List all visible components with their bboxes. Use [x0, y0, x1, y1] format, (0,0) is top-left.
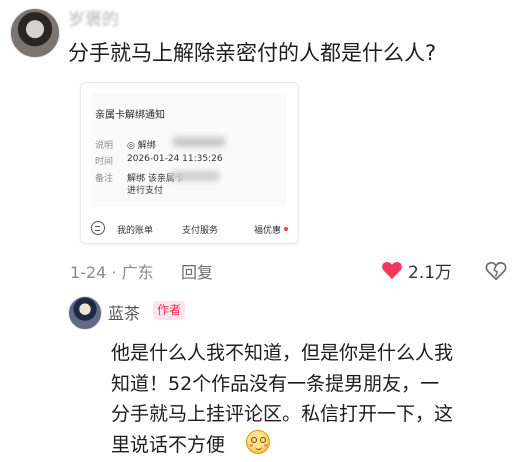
reply-text-line: 知道！52个作品没有一条提男朋友，一 — [111, 373, 440, 395]
blushing-smile-emoji-icon — [246, 430, 270, 454]
notification-dot — [284, 227, 288, 231]
heart-icon[interactable] — [381, 260, 403, 280]
broken-heart-icon[interactable] — [485, 260, 507, 282]
commenter-username[interactable]: 岁褒的 — [68, 5, 119, 30]
row-key-note: 备注 — [95, 174, 114, 184]
row-value-note-cont: 进行支付 — [127, 186, 164, 196]
nav-payment-services: 支付服务 — [182, 226, 219, 236]
row-value-description: ◎ 解绑 — [127, 141, 156, 151]
row-key-description: 说明 — [95, 141, 114, 151]
author-avatar[interactable] — [68, 296, 102, 330]
nav-my-bills: 我的账单 — [117, 226, 154, 236]
commenter-avatar[interactable] — [10, 8, 60, 58]
comment-date-location: 1-24 · 广东 — [70, 263, 154, 282]
reply-button[interactable]: 回复 — [181, 259, 213, 283]
wallet-icon — [91, 221, 105, 235]
row-key-time: 时间 — [95, 157, 114, 167]
row-value-time: 2026-01-24 11:35:26 — [127, 154, 223, 164]
comment-text: 分手就马上解除亲密付的人都是什么人? — [68, 41, 437, 65]
redacted-text — [173, 137, 225, 147]
notification-title: 亲属卡解绑通知 — [95, 110, 165, 121]
author-badge: 作者 — [153, 301, 186, 320]
nav-offers: 福优惠 — [254, 226, 282, 236]
reply-text-line: 里说话不方便 — [111, 434, 226, 456]
redacted-text — [171, 171, 219, 181]
reply-text-line: 他是什么人我不知道，但是你是什么人我 — [111, 342, 454, 364]
like-count: 2.1万 — [408, 263, 453, 283]
reply-text-line: 分手就马上挂评论区。私信打开一下，这 — [111, 403, 454, 425]
author-name[interactable]: 蓝茶 — [108, 300, 140, 324]
attached-screenshot-card[interactable]: 亲属卡解绑通知 说明 ◎ 解绑 时间 2026-01-24 11:35:26 备… — [80, 82, 299, 244]
